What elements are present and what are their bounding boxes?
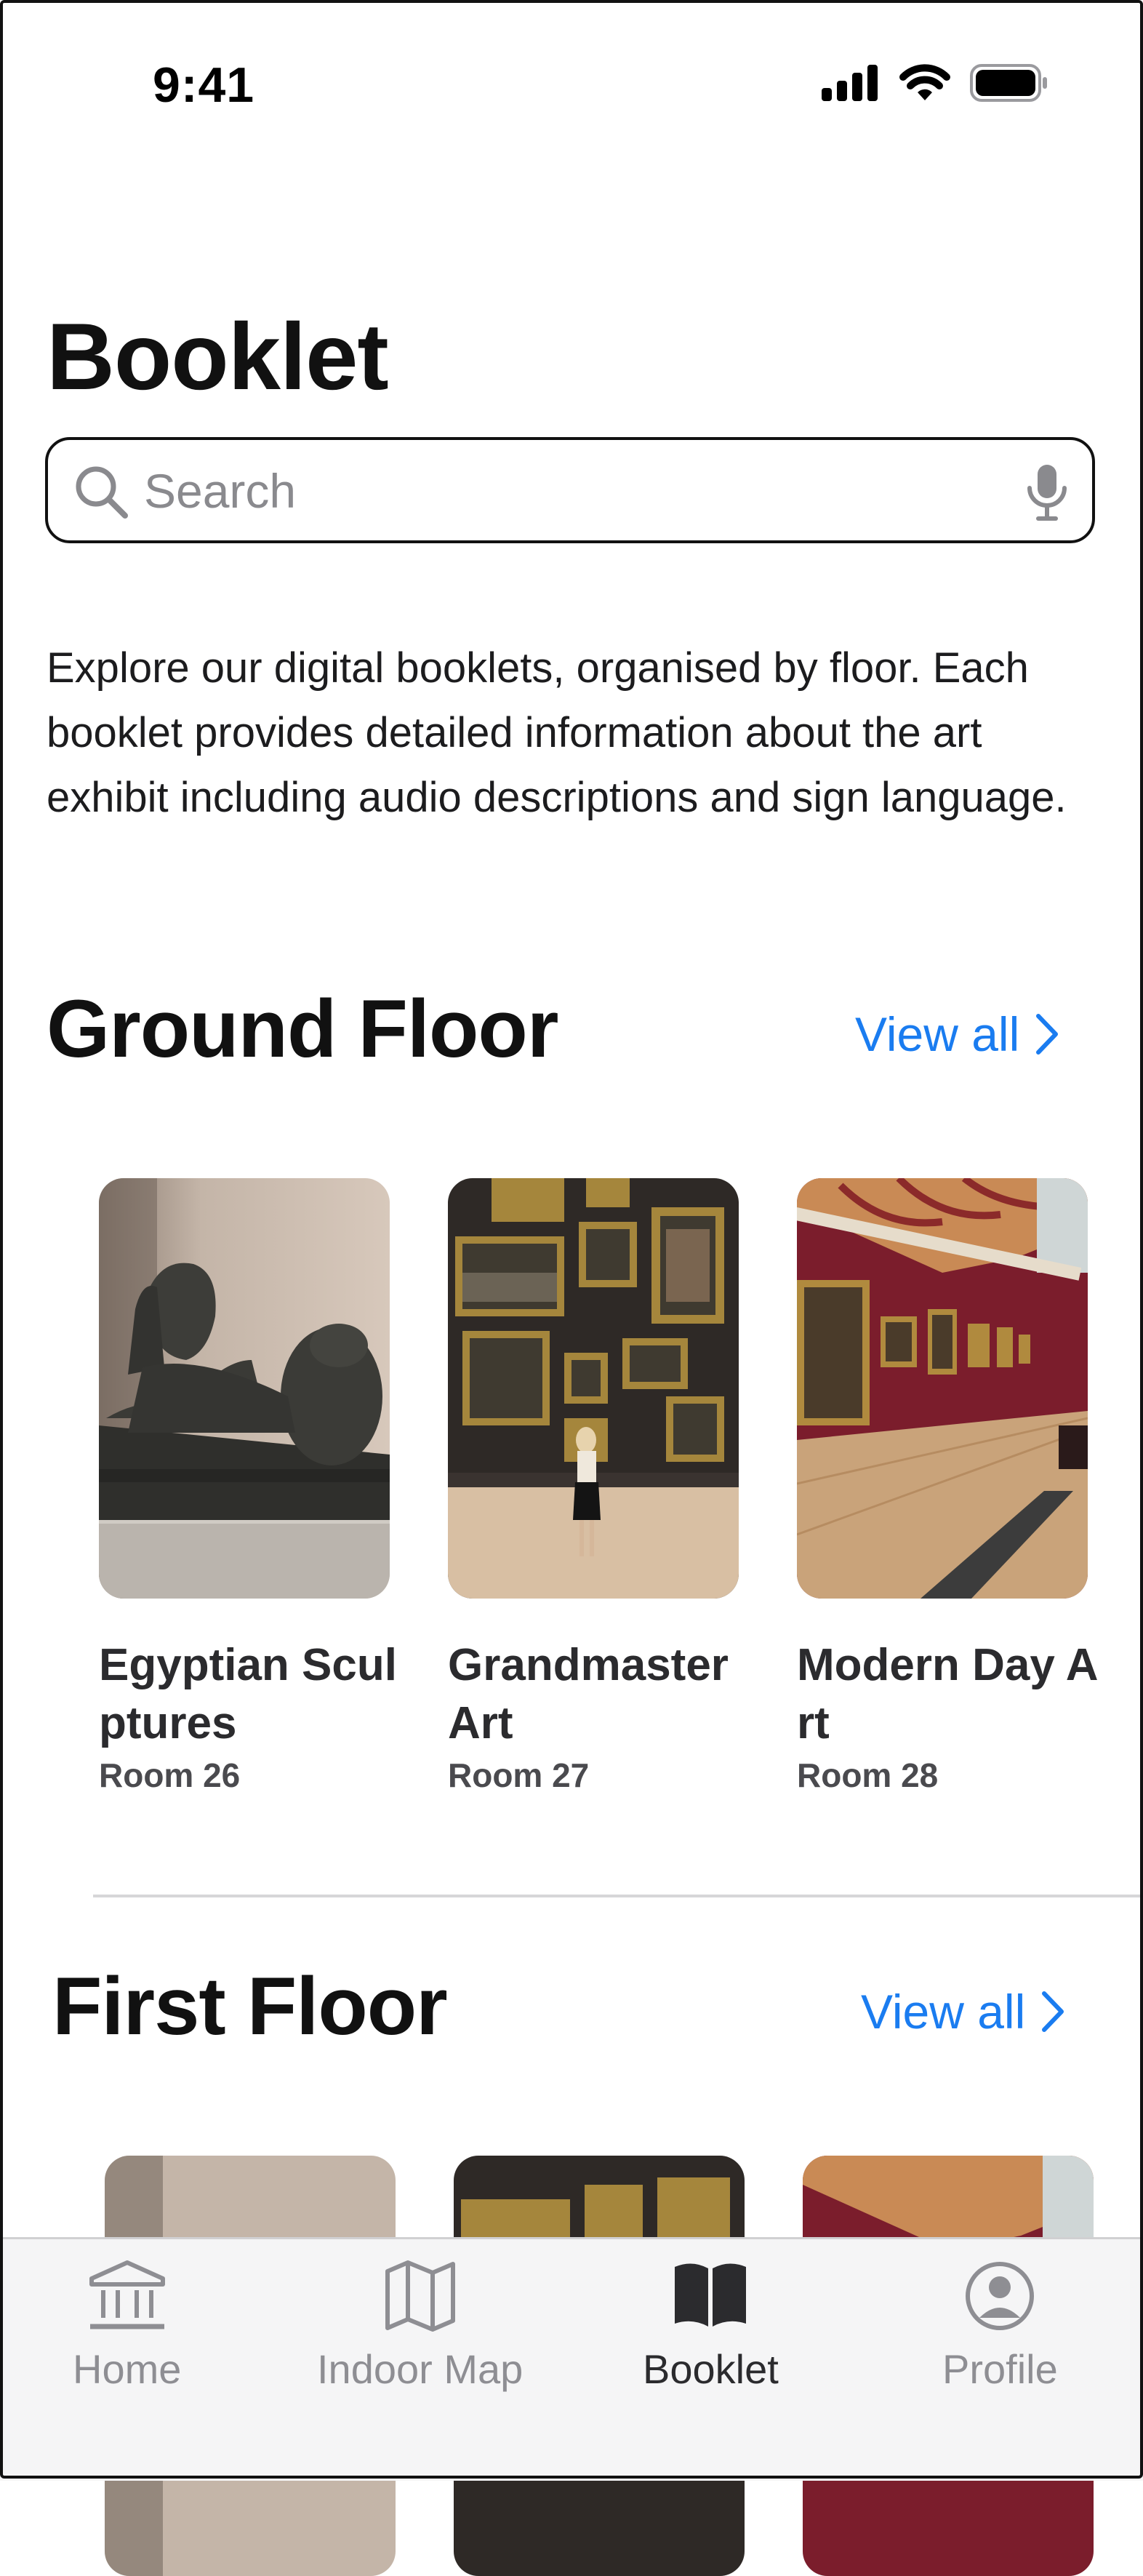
booklet-card-modern-day-art[interactable]: Modern Day Art Room 28 — [797, 1178, 1099, 1795]
tab-home[interactable]: Home — [73, 2260, 181, 2393]
tab-label: Home — [73, 2346, 182, 2392]
card-room: Room 26 — [99, 1756, 241, 1794]
card-room: Room 27 — [448, 1756, 590, 1794]
wifi-icon — [899, 64, 950, 100]
modern-day-art-image — [797, 1178, 1088, 1599]
card-room: Room 28 — [797, 1756, 939, 1794]
tab-label: Profile — [942, 2346, 1058, 2392]
chevron-right-icon — [1036, 1014, 1059, 1055]
search-icon — [76, 466, 128, 519]
chevron-right-icon — [1042, 1991, 1064, 2032]
cellular-signal-icon — [822, 65, 878, 101]
tab-label: Booklet — [643, 2346, 779, 2392]
section-title-first-floor: First Floor — [52, 1961, 448, 2052]
tab-booklet[interactable]: Booklet — [643, 2260, 779, 2393]
tab-bar: Home Indoor Map Booklet Profile — [0, 2237, 1143, 2481]
egyptian-sculpture-image — [99, 1178, 390, 1599]
booklet-card-egyptian-sculptures[interactable]: Egyptian Sculptures Room 26 — [99, 1178, 397, 1795]
tab-profile[interactable]: Profile — [942, 2260, 1058, 2393]
profile-icon — [966, 2262, 1035, 2330]
search-bar[interactable] — [45, 437, 1095, 543]
card-title: Modern Day Art — [797, 1640, 1099, 1748]
tab-indoor-map[interactable]: Indoor Map — [317, 2260, 523, 2393]
card-title: Grandmaster Art — [448, 1640, 729, 1748]
card-title: Egyptian Sculptures — [99, 1640, 397, 1748]
battery-icon — [970, 64, 1047, 102]
section-title-ground-floor: Ground Floor — [47, 983, 558, 1074]
view-all-label: View all — [855, 1007, 1020, 1061]
tab-label: Indoor Map — [317, 2346, 524, 2392]
view-all-ground-floor-link[interactable]: View all — [855, 1007, 1060, 1062]
section-divider — [93, 1895, 1143, 1897]
view-all-label: View all — [861, 1985, 1026, 2039]
microphone-icon[interactable] — [1024, 463, 1070, 521]
intro-text: Explore our digital booklets, organised … — [47, 644, 1067, 821]
booklet-card-grandmaster-art[interactable]: Grandmaster Art Room 27 — [448, 1178, 739, 1795]
status-time: 9:41 — [153, 57, 255, 113]
search-input[interactable] — [144, 457, 987, 524]
museum-icon — [89, 2260, 165, 2329]
view-all-first-floor-link[interactable]: View all — [861, 1984, 1066, 2039]
page-title: Booklet — [47, 303, 389, 409]
book-icon — [675, 2263, 747, 2327]
status-bar: 9:41 — [0, 0, 1143, 175]
status-icons — [822, 64, 1048, 102]
grandmaster-art-image — [448, 1178, 739, 1599]
map-icon — [385, 2260, 455, 2332]
